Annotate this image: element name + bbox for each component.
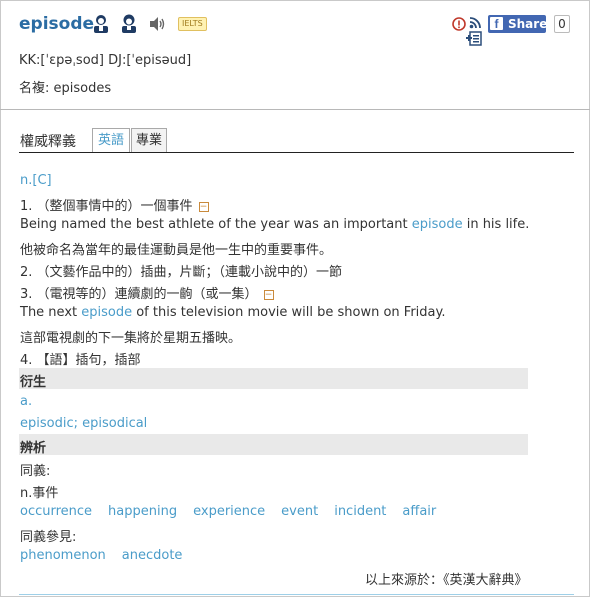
example-en-1: Being named the best athlete of the year… bbox=[20, 217, 529, 232]
definition-number: 4. bbox=[20, 353, 37, 368]
share-label: Share bbox=[508, 17, 548, 31]
share-count: 0 bbox=[554, 15, 570, 33]
analysis-heading: 辨析 bbox=[20, 441, 47, 456]
definition-text: （整個事情中的）一個事件 bbox=[36, 199, 193, 214]
female-voice-icon[interactable] bbox=[120, 14, 138, 34]
example-zh-3: 這部電視劇的下一集將於星期五播映。 bbox=[20, 331, 242, 346]
tab-underline bbox=[19, 152, 574, 153]
see-also-link[interactable]: anecdote bbox=[122, 548, 183, 563]
pronunciation: KK:[ˈɛpəˌsod] DJ:[ˈepisəud] bbox=[19, 53, 192, 68]
headword: episode bbox=[19, 14, 95, 34]
definition-text: （電視等的）連續劇的一齣（或一集） bbox=[36, 287, 258, 302]
bottom-divider bbox=[19, 594, 574, 595]
example-en-3: The next episode of this television movi… bbox=[20, 305, 445, 320]
derivation-heading-band: 衍生 bbox=[19, 368, 528, 390]
derivation-heading: 衍生 bbox=[20, 375, 47, 390]
collapse-icon[interactable]: − bbox=[263, 290, 274, 300]
example-keyword[interactable]: episode bbox=[81, 305, 132, 320]
example-text: The next bbox=[20, 305, 82, 320]
collapse-icon[interactable]: − bbox=[198, 202, 209, 212]
entry-header: episode IELTS f Share 0 KK:[ˈɛpəˌsod] DJ… bbox=[0, 0, 590, 110]
example-text: of this television movie will be shown o… bbox=[132, 305, 446, 320]
add-to-list-icon[interactable] bbox=[466, 31, 482, 46]
example-zh-1: 他被命名為當年的最佳運動員是他一生中的重要事件。 bbox=[20, 243, 333, 258]
definition-1: 1. （整個事情中的）一個事件 − bbox=[20, 195, 209, 214]
definition-number: 1. bbox=[20, 199, 37, 214]
definition-2: 2. （文藝作品中的）插曲，片斷；（連載小說中的）一節 bbox=[20, 261, 342, 280]
authoritative-definition-title: 權威釋義 bbox=[20, 134, 76, 150]
example-text: Being named the best athlete of the year… bbox=[20, 217, 412, 232]
derivation-words[interactable]: episodic; episodical bbox=[20, 416, 147, 431]
derivation-pos: a. bbox=[20, 394, 33, 409]
plural-form: 名複: episodes bbox=[19, 81, 112, 96]
facebook-icon: f bbox=[490, 17, 503, 31]
male-voice-icon[interactable] bbox=[92, 14, 110, 34]
definition-number: 3. bbox=[20, 287, 37, 302]
speaker-icon[interactable] bbox=[148, 16, 166, 32]
synonym-link[interactable]: affair bbox=[402, 504, 436, 519]
part-of-speech: n.[C] bbox=[20, 173, 52, 188]
synonym-link[interactable]: experience bbox=[193, 504, 265, 519]
example-text: in his life. bbox=[462, 217, 530, 232]
synonym-list: occurrence happening experience event incide… bbox=[20, 504, 452, 519]
source-note: 以上來源於：《英漢大辭典》 bbox=[365, 573, 528, 588]
analysis-heading-band: 辨析 bbox=[19, 434, 528, 456]
synonym-link[interactable]: incident bbox=[334, 504, 386, 519]
definition-3: 3. （電視等的）連續劇的一齣（或一集） − bbox=[20, 283, 274, 302]
definition-4: 4. 【語】插句，插部 bbox=[20, 349, 141, 368]
rss-icon[interactable] bbox=[469, 16, 482, 29]
definition-text: 【語】插句，插部 bbox=[36, 353, 141, 368]
synonyms-label: 同義: bbox=[20, 464, 51, 479]
synonym-link[interactable]: event bbox=[281, 504, 318, 519]
example-keyword[interactable]: episode bbox=[412, 217, 463, 232]
definition-number: 2. bbox=[20, 265, 37, 280]
facebook-share-button[interactable]: f Share bbox=[488, 15, 548, 33]
synonym-link[interactable]: occurrence bbox=[20, 504, 92, 519]
tab-professional[interactable]: 專業 bbox=[131, 128, 167, 152]
tab-english[interactable]: 英語 bbox=[92, 128, 130, 153]
see-also-link[interactable]: phenomenon bbox=[20, 548, 106, 563]
see-also-label: 同義參見: bbox=[20, 530, 77, 545]
definition-text: （文藝作品中的）插曲，片斷；（連載小說中的）一節 bbox=[36, 265, 343, 280]
header-divider bbox=[0, 109, 590, 110]
report-icon[interactable] bbox=[452, 17, 466, 31]
synonyms-pos: n.事件 bbox=[20, 486, 59, 501]
ielts-badge: IELTS bbox=[178, 17, 207, 31]
see-also-list: phenomenon anecdote bbox=[20, 548, 198, 563]
synonym-link[interactable]: happening bbox=[108, 504, 177, 519]
